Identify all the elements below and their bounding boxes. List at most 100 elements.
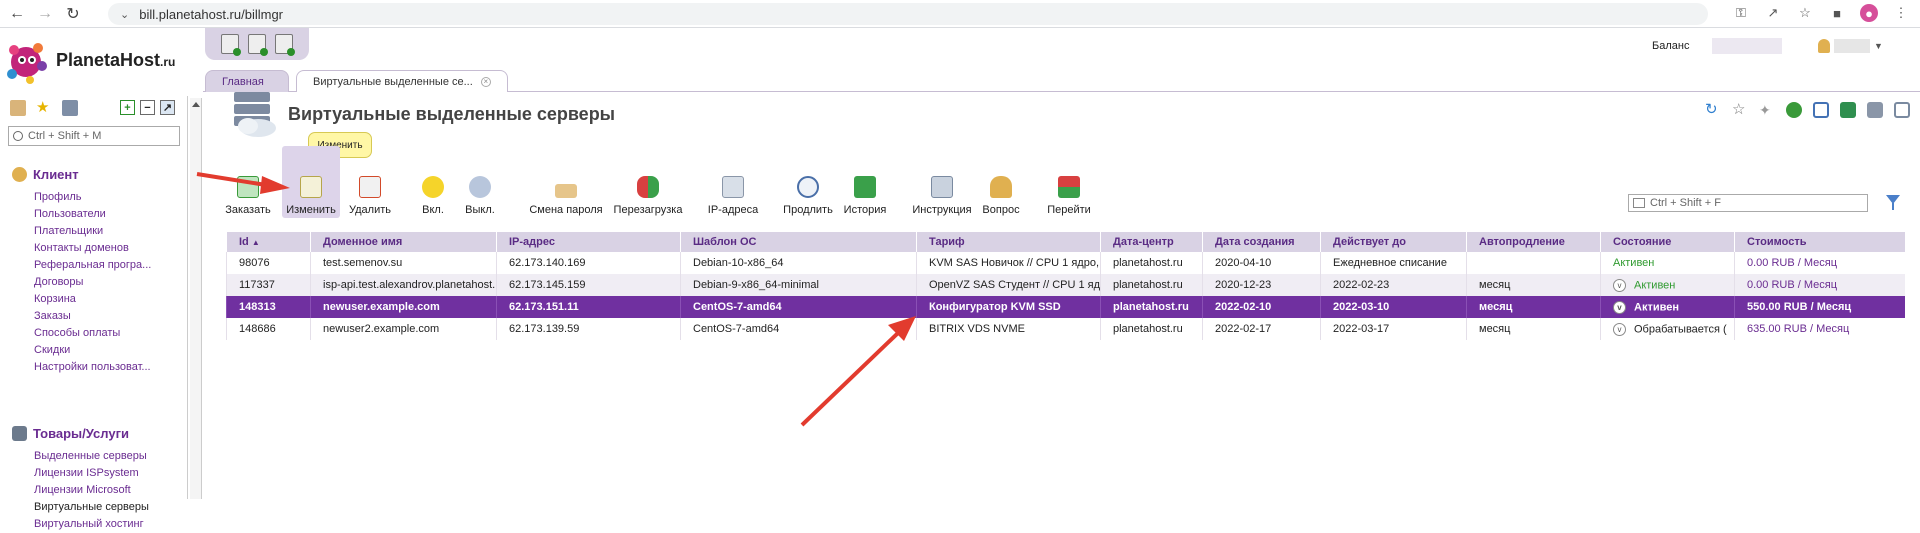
close-icon[interactable]: × xyxy=(480,76,491,87)
toolbar-password-button[interactable]: Смена пароля xyxy=(528,146,604,218)
tab-home[interactable]: Главная xyxy=(205,70,289,92)
toolbar-question-button[interactable]: Вопрос xyxy=(978,146,1024,218)
toolbar-off-button[interactable]: Выкл. xyxy=(462,146,498,218)
sidebar-item[interactable]: Заказы xyxy=(34,308,151,325)
column-header[interactable]: Дата-центр xyxy=(1100,232,1203,252)
column-header[interactable]: Состояние xyxy=(1600,232,1735,252)
globe-icon[interactable] xyxy=(1786,102,1802,118)
page-actions: ↻ ☆ ✦ xyxy=(1705,102,1910,118)
table-search-input[interactable]: Ctrl + Shift + F xyxy=(1628,194,1868,212)
messages-icon[interactable] xyxy=(274,34,295,56)
reload-icon[interactable]: ↻ xyxy=(62,3,84,25)
column-header[interactable]: IP-адрес xyxy=(496,232,681,252)
sidebar-item[interactable]: Договоры xyxy=(34,274,151,291)
cell-until: 2022-02-23 xyxy=(1320,274,1467,296)
favorites-icon[interactable]: ★ xyxy=(36,100,52,116)
toolbar-history-button[interactable]: История xyxy=(840,146,890,218)
sidebar-section-products[interactable]: Товары/Услуги xyxy=(12,426,129,441)
sidebar-item[interactable]: Лицензии Microsoft xyxy=(34,482,149,499)
share-icon[interactable]: ↗ xyxy=(1764,4,1782,22)
toolbar-on-button[interactable]: Вкл. xyxy=(416,146,450,218)
sidebar-item[interactable]: Корзина xyxy=(34,291,151,308)
column-header[interactable]: Автопродление xyxy=(1466,232,1601,252)
brand-name: PlanetaHost.ru xyxy=(56,50,176,70)
sidebar-item[interactable]: Лицензии ISPsystem xyxy=(34,465,149,482)
cell-status: v Активен xyxy=(1600,296,1735,318)
table-row[interactable]: 148686 newuser2.example.com 62.173.139.5… xyxy=(226,318,1905,340)
section-title: Товары/Услуги xyxy=(33,426,129,441)
cell-id: 148313 xyxy=(226,296,311,318)
column-header[interactable]: Шаблон ОС xyxy=(680,232,917,252)
extensions-icon[interactable]: ■ xyxy=(1828,4,1846,22)
table-row[interactable]: 117337 isp-api.test.alexandrov.planetaho… xyxy=(226,274,1905,296)
sidebar-item[interactable]: Плательщики xyxy=(34,223,151,240)
toolbar-goto-button[interactable]: Перейти xyxy=(1042,146,1096,218)
sidebar-item[interactable]: Скидки xyxy=(34,342,151,359)
pin-icon[interactable]: ↗ xyxy=(160,100,175,115)
profile-icon[interactable]: ● xyxy=(1860,4,1878,22)
sidebar-section-client[interactable]: Клиент xyxy=(12,167,79,182)
sidebar-products-list: Выделенные серверы Лицензии ISPsystem Ли… xyxy=(34,448,149,533)
pin-page-icon[interactable]: ✦ xyxy=(1759,102,1775,118)
clock-icon xyxy=(797,176,819,198)
copy-icon[interactable] xyxy=(1813,102,1829,118)
toolbar-renew-button[interactable]: Продлить xyxy=(780,146,836,218)
column-header[interactable]: Тариф xyxy=(916,232,1101,252)
toolbar-manual-button[interactable]: Инструкция xyxy=(910,146,974,218)
sidebar-item[interactable]: Профиль xyxy=(34,189,151,206)
toolbar-ip-button[interactable]: IP-адреса xyxy=(702,146,764,218)
star-icon[interactable]: ☆ xyxy=(1796,4,1814,22)
menu-icon[interactable]: ⋮ xyxy=(1892,4,1910,22)
sidebar-item[interactable]: Способы оплаты xyxy=(34,325,151,342)
column-header[interactable]: Id ▲ xyxy=(226,232,311,252)
forward-icon[interactable]: → xyxy=(34,3,56,25)
sidebar-item-active[interactable]: Виртуальные серверы xyxy=(34,499,149,516)
sidebar-item[interactable]: Пользователи xyxy=(34,206,151,223)
filter-icon[interactable] xyxy=(1886,195,1900,210)
settings-icon[interactable] xyxy=(1894,102,1910,118)
bulb-on-icon xyxy=(422,176,444,198)
toolbar-delete-button[interactable]: Удалить xyxy=(344,146,396,218)
collapse-all-icon[interactable]: − xyxy=(140,100,155,115)
address-bar[interactable]: ⌄ bill.planetahost.ru/billmgr xyxy=(108,3,1708,25)
print-icon[interactable] xyxy=(1867,102,1883,118)
cell-os: Debian-10-x86_64 xyxy=(680,252,917,274)
favorite-icon[interactable]: ☆ xyxy=(1732,102,1748,118)
status-icon: v xyxy=(1613,278,1626,292)
column-header[interactable]: Доменное имя xyxy=(310,232,497,252)
toolbar-reboot-button[interactable]: Перезагрузка xyxy=(612,146,684,218)
support-icon[interactable] xyxy=(221,34,242,56)
export-icon[interactable] xyxy=(1840,102,1856,118)
site-info-icon[interactable]: ⌄ xyxy=(120,8,129,21)
toolbar-label: IP-адреса xyxy=(707,204,759,216)
status-text: Активен xyxy=(1634,300,1679,313)
cell-dc: planetahost.ru xyxy=(1100,296,1203,318)
table-row[interactable]: 98076 test.semenov.su 62.173.140.169 Deb… xyxy=(226,252,1905,274)
column-header[interactable]: Дата создания xyxy=(1202,232,1321,252)
expand-all-icon[interactable]: + xyxy=(120,100,135,115)
scroll-up-icon[interactable] xyxy=(192,102,200,107)
column-header[interactable]: Действует до xyxy=(1320,232,1467,252)
sidebar-item[interactable]: Настройки пользоват... xyxy=(34,359,151,376)
toolbar-order-button[interactable]: Заказать xyxy=(222,146,274,218)
refresh-icon[interactable]: ↻ xyxy=(1705,102,1721,118)
column-header[interactable]: Стоимость xyxy=(1734,232,1905,252)
toolbar-edit-button[interactable]: Изменить xyxy=(282,146,340,218)
logo[interactable]: PlanetaHost.ru xyxy=(4,36,194,92)
user-menu[interactable]: ▼ xyxy=(1818,37,1898,55)
notifications-icon[interactable] xyxy=(247,34,268,56)
cell-autorenew: месяц xyxy=(1466,274,1601,296)
sidebar-scrollbar[interactable] xyxy=(190,98,202,499)
table-row-selected[interactable]: 148313 newuser.example.com 62.173.151.11… xyxy=(226,296,1905,318)
sidebar-item[interactable]: Выделенные серверы xyxy=(34,448,149,465)
tree-icon[interactable] xyxy=(10,100,26,116)
key-icon[interactable]: ⚿ xyxy=(1732,4,1750,22)
sidebar-item[interactable]: Виртуальный хостинг xyxy=(34,516,149,533)
back-icon[interactable]: ← xyxy=(6,3,28,25)
ip-icon xyxy=(722,176,744,198)
tab-vds[interactable]: Виртуальные выделенные се... × xyxy=(296,70,508,92)
briefcase-icon[interactable] xyxy=(62,100,78,116)
sidebar-item[interactable]: Контакты доменов xyxy=(34,240,151,257)
sidebar-item[interactable]: Реферальная програ... xyxy=(34,257,151,274)
sidebar-search-input[interactable]: Ctrl + Shift + M xyxy=(8,126,180,146)
